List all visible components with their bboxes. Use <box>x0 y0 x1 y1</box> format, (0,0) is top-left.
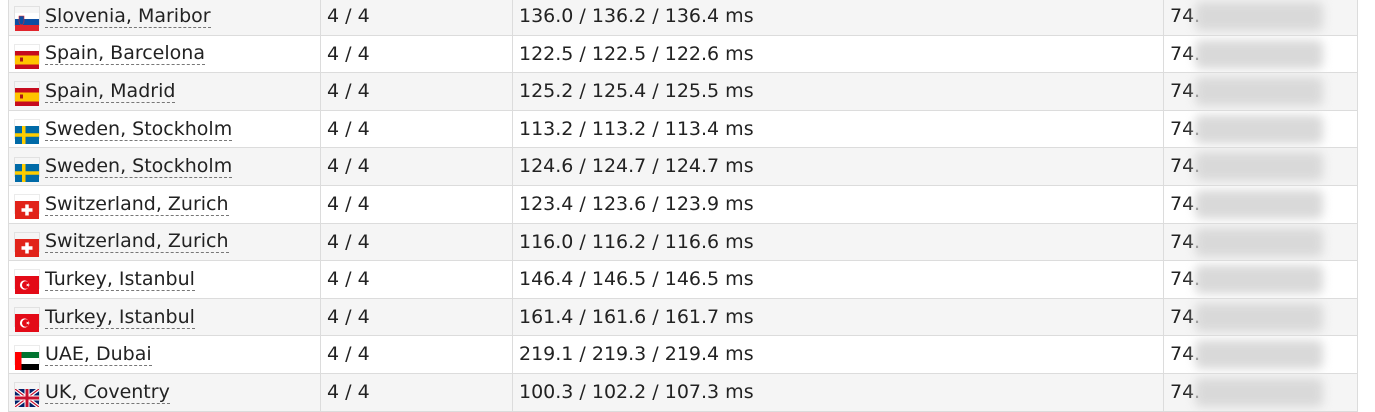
rtt-cell: 100.3 / 102.2 / 107.3 ms <box>513 373 1164 411</box>
sweden-flag-icon <box>15 158 39 182</box>
redacted-ip-blur <box>1195 265 1323 295</box>
packets-cell: 4 / 4 <box>321 110 513 148</box>
table-row: Sweden, Stockholm 4 / 4 113.2 / 113.2 / … <box>9 110 1357 149</box>
switzerland-flag-icon <box>15 233 39 257</box>
packets-cell: 4 / 4 <box>321 223 513 261</box>
location-link[interactable]: Slovenia, Maribor <box>45 5 211 28</box>
location-link[interactable]: Switzerland, Zurich <box>45 193 229 216</box>
ip-cell: 74. <box>1164 148 1357 185</box>
location-cell: Sweden, Stockholm <box>9 110 321 148</box>
ip-cell: 74. <box>1164 224 1357 261</box>
rtt-cell: 136.0 / 136.2 / 136.4 ms <box>513 0 1164 35</box>
packets-cell: 4 / 4 <box>321 261 513 298</box>
redacted-ip-blur <box>1195 302 1323 332</box>
location-link[interactable]: Sweden, Stockholm <box>45 118 233 141</box>
ip-cell: 74. <box>1164 186 1357 223</box>
location-cell: Spain, Barcelona <box>9 35 321 73</box>
spain-flag-icon <box>15 45 39 69</box>
location-link[interactable]: Sweden, Stockholm <box>45 155 233 179</box>
ip-cell: 74. <box>1164 299 1357 336</box>
location-cell: Switzerland, Zurich <box>9 185 321 223</box>
location-link[interactable]: Turkey, Istanbul <box>45 306 195 329</box>
rtt-cell: 113.2 / 113.2 / 113.4 ms <box>513 110 1164 148</box>
location-cell: UAE, Dubai <box>9 336 321 373</box>
location-cell: Slovenia, Maribor <box>9 0 321 35</box>
ping-results-table: Slovenia, Maribor 4 / 4 136.0 / 136.2 / … <box>8 0 1358 412</box>
packets-cell: 4 / 4 <box>321 373 513 411</box>
location-link[interactable]: Spain, Barcelona <box>45 42 205 66</box>
uae-flag-icon <box>15 346 39 370</box>
ip-cell: 74. <box>1164 36 1357 73</box>
table-row: UK, Coventry 4 / 4 100.3 / 102.2 / 107.3… <box>9 373 1357 412</box>
rtt-cell: 125.2 / 125.4 / 125.5 ms <box>513 73 1164 110</box>
packets-cell: 4 / 4 <box>321 73 513 110</box>
packets-cell: 4 / 4 <box>321 148 513 185</box>
rtt-cell: 123.4 / 123.6 / 123.9 ms <box>513 185 1164 223</box>
packets-cell: 4 / 4 <box>321 35 513 73</box>
location-cell: Turkey, Istanbul <box>9 298 321 336</box>
rtt-cell: 219.1 / 219.3 / 219.4 ms <box>513 336 1164 373</box>
location-cell: Switzerland, Zurich <box>9 223 321 261</box>
table-row: Switzerland, Zurich 4 / 4 123.4 / 123.6 … <box>9 185 1357 224</box>
location-link[interactable]: UAE, Dubai <box>45 343 152 367</box>
packets-cell: 4 / 4 <box>321 336 513 373</box>
ip-cell: 74. <box>1164 73 1357 110</box>
redacted-ip-blur <box>1195 77 1323 107</box>
location-cell: UK, Coventry <box>9 373 321 411</box>
ip-cell: 74. <box>1164 261 1357 298</box>
turkey-flag-icon <box>15 308 39 333</box>
location-link[interactable]: Switzerland, Zurich <box>45 230 229 254</box>
redacted-ip-blur <box>1195 377 1323 407</box>
slovenia-flag-icon <box>15 7 39 32</box>
location-cell: Sweden, Stockholm <box>9 148 321 185</box>
location-link[interactable]: Turkey, Istanbul <box>45 268 195 291</box>
table-row: Turkey, Istanbul 4 / 4 146.4 / 146.5 / 1… <box>9 261 1357 299</box>
redacted-ip-blur <box>1195 152 1323 182</box>
redacted-ip-blur <box>1195 39 1323 69</box>
ip-cell: 74. <box>1164 111 1357 148</box>
location-link[interactable]: Spain, Madrid <box>45 80 176 103</box>
packets-cell: 4 / 4 <box>321 185 513 223</box>
location-cell: Spain, Madrid <box>9 73 321 110</box>
ip-cell: 74. <box>1164 336 1357 373</box>
packets-cell: 4 / 4 <box>321 298 513 336</box>
switzerland-flag-icon <box>15 195 39 220</box>
table-row: Slovenia, Maribor 4 / 4 136.0 / 136.2 / … <box>9 0 1357 36</box>
redacted-ip-blur <box>1195 227 1323 257</box>
packets-cell: 4 / 4 <box>321 0 513 35</box>
table-row: Spain, Madrid 4 / 4 125.2 / 125.4 / 125.… <box>9 73 1357 111</box>
table-row: Spain, Barcelona 4 / 4 122.5 / 122.5 / 1… <box>9 35 1357 74</box>
location-link[interactable]: UK, Coventry <box>45 381 170 404</box>
spain-flag-icon <box>15 82 39 107</box>
rtt-cell: 116.0 / 116.2 / 116.6 ms <box>513 223 1164 261</box>
ip-cell: 74. <box>1164 0 1357 35</box>
rtt-cell: 122.5 / 122.5 / 122.6 ms <box>513 35 1164 73</box>
location-cell: Turkey, Istanbul <box>9 261 321 298</box>
table-row: Switzerland, Zurich 4 / 4 116.0 / 116.2 … <box>9 223 1357 262</box>
rtt-cell: 146.4 / 146.5 / 146.5 ms <box>513 261 1164 298</box>
redacted-ip-blur <box>1195 189 1323 219</box>
redacted-ip-blur <box>1195 340 1323 370</box>
table-row: UAE, Dubai 4 / 4 219.1 / 219.3 / 219.4 m… <box>9 336 1357 374</box>
ip-cell: 74. <box>1164 374 1357 411</box>
sweden-flag-icon <box>15 120 39 145</box>
redacted-ip-blur <box>1195 2 1323 31</box>
redacted-ip-blur <box>1195 114 1323 144</box>
uk-flag-icon <box>13 383 41 409</box>
rtt-cell: 124.6 / 124.7 / 124.7 ms <box>513 148 1164 185</box>
rtt-cell: 161.4 / 161.6 / 161.7 ms <box>513 298 1164 336</box>
table-row: Sweden, Stockholm 4 / 4 124.6 / 124.7 / … <box>9 148 1357 186</box>
table-row: Turkey, Istanbul 4 / 4 161.4 / 161.6 / 1… <box>9 298 1357 337</box>
turkey-flag-icon <box>15 270 39 295</box>
